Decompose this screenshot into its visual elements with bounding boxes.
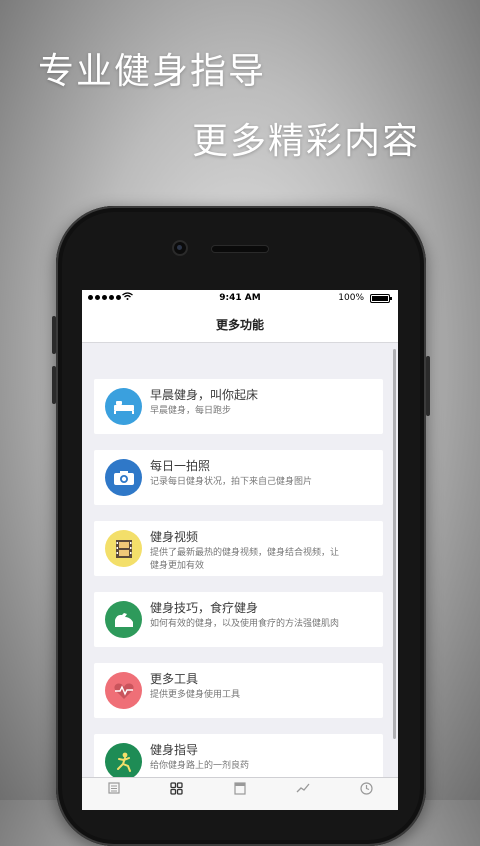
- feature-title: 早晨健身，叫你起床: [150, 388, 259, 402]
- chart-icon: [296, 783, 310, 793]
- muscle-icon: [105, 601, 142, 638]
- tab-document[interactable]: [220, 778, 260, 802]
- camera-icon: [105, 459, 142, 496]
- volume-down-button: [52, 366, 56, 404]
- feature-desc: 给你健身路上的一剂良药: [150, 761, 250, 771]
- volume-up-button: [52, 316, 56, 354]
- tab-chart[interactable]: [283, 778, 323, 802]
- clock-icon: [360, 782, 373, 795]
- feature-title: 更多工具: [150, 672, 199, 686]
- battery-icon: [370, 294, 392, 303]
- power-button: [426, 356, 430, 416]
- feature-item-tips[interactable]: 健身技巧，食疗健身 如何有效的健身，以及使用食疗的方法强健肌肉: [94, 592, 383, 647]
- list-icon: [107, 782, 120, 794]
- promo-headline-1: 专业健身指导: [38, 51, 267, 92]
- tab-bar: [82, 777, 398, 810]
- phone-frame: 9:41 AM 100% 更多功能 早晨健身，叫你起床 早晨健身，每日跑步 每日…: [52, 206, 430, 846]
- feature-list[interactable]: 早晨健身，叫你起床 早晨健身，每日跑步 每日一拍照 记录每日健身状况，拍下来自己…: [82, 343, 398, 777]
- feature-desc: 提供更多健身使用工具: [150, 690, 241, 700]
- feature-item-guide[interactable]: 健身指导 给你健身路上的一剂良药: [94, 734, 383, 777]
- scrollbar[interactable]: [393, 349, 396, 739]
- feature-item-photo[interactable]: 每日一拍照 记录每日健身状况，拍下来自己健身图片: [94, 450, 383, 505]
- tab-list[interactable]: [94, 778, 134, 802]
- earpiece-speaker: [212, 246, 268, 252]
- feature-title: 每日一拍照: [150, 459, 211, 473]
- feature-title: 健身技巧，食疗健身: [150, 601, 259, 615]
- bed-icon: [105, 388, 142, 425]
- exercise-icon: [105, 743, 142, 777]
- feature-item-wake-up[interactable]: 早晨健身，叫你起床 早晨健身，每日跑步: [94, 379, 383, 434]
- feature-desc: 记录每日健身状况，拍下来自己健身图片: [150, 477, 313, 487]
- tab-grid[interactable]: [157, 778, 197, 802]
- heart-icon: [105, 672, 142, 709]
- front-camera-icon: [174, 242, 186, 254]
- tab-clock[interactable]: [346, 778, 386, 802]
- feature-desc: 早晨健身，每日跑步: [150, 406, 232, 416]
- film-icon: [105, 530, 142, 567]
- battery-percent: 100%: [338, 293, 364, 303]
- phone-screen: 9:41 AM 100% 更多功能 早晨健身，叫你起床 早晨健身，每日跑步 每日…: [82, 290, 398, 810]
- nav-bar: 更多功能: [82, 307, 398, 343]
- feature-item-tools[interactable]: 更多工具 提供更多健身使用工具: [94, 663, 383, 718]
- feature-title: 健身指导: [150, 743, 199, 757]
- page-title: 更多功能: [215, 318, 264, 332]
- feature-item-video[interactable]: 健身视频 提供了最新最热的健身视频，健身结合视频，让健身更加有效: [94, 521, 383, 576]
- grid-icon: [170, 782, 183, 795]
- feature-desc: 如何有效的健身，以及使用食疗的方法强健肌肉: [150, 619, 340, 629]
- document-icon: [234, 782, 246, 795]
- status-bar: 9:41 AM 100%: [82, 290, 398, 307]
- feature-title: 健身视频: [150, 530, 199, 544]
- feature-desc: 提供了最新最热的健身视频，健身结合视频，让健身更加有效: [150, 548, 340, 571]
- promo-headline-2: 更多精彩内容: [192, 121, 421, 162]
